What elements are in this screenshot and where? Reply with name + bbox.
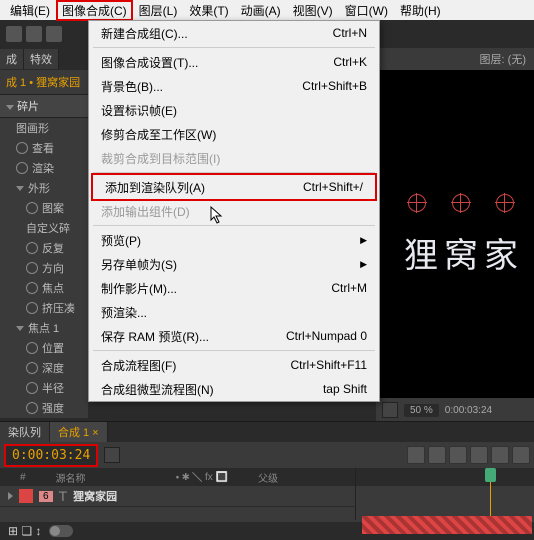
prop-extrude[interactable]: 挤压凑 — [0, 298, 88, 318]
group-shape[interactable]: 外形 — [0, 178, 88, 198]
layer-index: 6 — [39, 491, 53, 502]
graph-icon[interactable] — [512, 446, 530, 464]
menu-view[interactable]: 视图(V) — [287, 2, 339, 19]
prop-direction[interactable]: 方向 — [0, 258, 88, 278]
menu-add-render-queue[interactable]: 添加到渲染队列(A)Ctrl+Shift+/ — [93, 175, 375, 199]
menu-layer[interactable]: 图层(L) — [133, 2, 184, 19]
anchor-marks — [408, 194, 514, 212]
expand-icon[interactable] — [8, 492, 13, 500]
text-layer-icon: T — [59, 488, 68, 504]
switches-modes-toggle[interactable] — [49, 525, 73, 537]
menu-preview[interactable]: 预览(P)▶ — [89, 228, 379, 252]
layer-dropdown[interactable]: 图层: (无) — [376, 48, 534, 70]
prop-radius[interactable]: 半径 — [0, 378, 88, 398]
group-force1[interactable]: 焦点 1 — [0, 318, 88, 338]
menu-animation[interactable]: 动画(A) — [235, 2, 287, 19]
effect-shatter[interactable]: 碎片 — [0, 95, 88, 118]
prop-repeat[interactable]: 反复 — [0, 238, 88, 258]
timeline-track-area[interactable] — [355, 468, 534, 520]
prop-depth[interactable]: 深度 — [0, 358, 88, 378]
mouse-cursor-icon — [210, 206, 224, 224]
layer-name[interactable]: 狸窝家园 — [73, 488, 117, 504]
tab-project[interactable]: 成 — [0, 49, 24, 69]
menu-save-ram[interactable]: 保存 RAM 预览(R)...Ctrl+Numpad 0 — [89, 324, 379, 348]
selection-tool-icon[interactable] — [6, 26, 22, 42]
timeline-panel: 染队列 合成 1 × 0:00:03:24 # 源名称 ⬩ ✱ ╲ fx 🔳 父… — [0, 421, 534, 540]
tab-render-queue[interactable]: 染队列 — [0, 422, 50, 442]
preview-text-layer[interactable]: 狸窝家 — [404, 228, 524, 277]
timecode-display[interactable]: 0:00:03:24 — [445, 405, 492, 416]
fx-icon[interactable] — [428, 446, 446, 464]
prop-custom[interactable]: 自定义碎 — [0, 218, 88, 238]
shy-icon[interactable] — [407, 446, 425, 464]
menu-bg-color[interactable]: 背景色(B)...Ctrl+Shift+B — [89, 74, 379, 98]
menu-mini-flowchart[interactable]: 合成组微型流程图(N)tap Shift — [89, 377, 379, 401]
target-icon — [496, 194, 514, 212]
prop-render[interactable]: 渲染 — [0, 158, 88, 178]
frame-blend-icon[interactable] — [449, 446, 467, 464]
layer-bar[interactable] — [362, 516, 532, 534]
target-icon — [452, 194, 470, 212]
prop-origin[interactable]: 焦点 — [0, 278, 88, 298]
menu-save-frame-as[interactable]: 另存单帧为(S)▶ — [89, 252, 379, 276]
brain-icon[interactable] — [491, 446, 509, 464]
color-label[interactable] — [19, 489, 33, 503]
search-icon[interactable] — [104, 447, 120, 463]
comp-title: 成 1 • 狸窝家园 — [0, 70, 88, 95]
prop-shape-group[interactable]: 图画形 — [0, 118, 88, 138]
prop-position[interactable]: 位置 — [0, 338, 88, 358]
menu-composition[interactable]: 图像合成(C) — [56, 0, 133, 21]
playhead[interactable] — [490, 468, 491, 520]
zoom-dropdown[interactable]: 50 % — [404, 404, 439, 417]
menu-effect[interactable]: 效果(T) — [183, 2, 234, 19]
menu-crop-roi: 裁剪合成到目标范围(I) — [89, 146, 379, 170]
menu-set-poster[interactable]: 设置标识帧(E) — [89, 98, 379, 122]
grid-icon[interactable] — [382, 402, 398, 418]
menubar: 编辑(E) 图像合成(C) 图层(L) 效果(T) 动画(A) 视图(V) 窗口… — [0, 0, 534, 20]
preview-panel: 图层: (无) 狸窝家 50 % 0:00:03:24 — [376, 48, 534, 422]
preview-footer: 50 % 0:00:03:24 — [376, 398, 534, 422]
tab-effects[interactable]: 特效 — [24, 49, 59, 69]
menu-flowchart[interactable]: 合成流程图(F)Ctrl+Shift+F11 — [89, 353, 379, 377]
menu-comp-settings[interactable]: 图像合成设置(T)...Ctrl+K — [89, 50, 379, 74]
effects-panel: 成 特效 成 1 • 狸窝家园 碎片 图画形 查看 渲染 外形 图案 自定义碎 … — [0, 48, 88, 418]
hand-tool-icon[interactable] — [26, 26, 42, 42]
motion-blur-icon[interactable] — [470, 446, 488, 464]
menu-new-comp[interactable]: 新建合成组(C)...Ctrl+N — [89, 21, 379, 45]
prop-view[interactable]: 查看 — [0, 138, 88, 158]
menu-make-movie[interactable]: 制作影片(M)...Ctrl+M — [89, 276, 379, 300]
time-ruler[interactable] — [356, 468, 534, 486]
menu-edit[interactable]: 编辑(E) — [4, 2, 56, 19]
menu-help[interactable]: 帮助(H) — [394, 2, 447, 19]
prop-pattern[interactable]: 图案 — [0, 198, 88, 218]
prop-strength[interactable]: 强度 — [0, 398, 88, 418]
menu-prerender[interactable]: 预渲染... — [89, 300, 379, 324]
menu-window[interactable]: 窗口(W) — [339, 2, 394, 19]
tab-comp1[interactable]: 合成 1 × — [50, 422, 108, 442]
toggle-switches-icon[interactable]: ⊞ ❏ ↕ — [8, 524, 41, 538]
menu-add-output: 添加输出组件(D) — [89, 199, 379, 223]
current-timecode[interactable]: 0:00:03:24 — [4, 444, 98, 467]
menu-trim-work[interactable]: 修剪合成至工作区(W) — [89, 122, 379, 146]
composition-menu-dropdown: 新建合成组(C)...Ctrl+N 图像合成设置(T)...Ctrl+K 背景色… — [88, 20, 380, 402]
zoom-tool-icon[interactable] — [46, 26, 62, 42]
target-icon — [408, 194, 426, 212]
timeline-toggles — [407, 446, 530, 464]
